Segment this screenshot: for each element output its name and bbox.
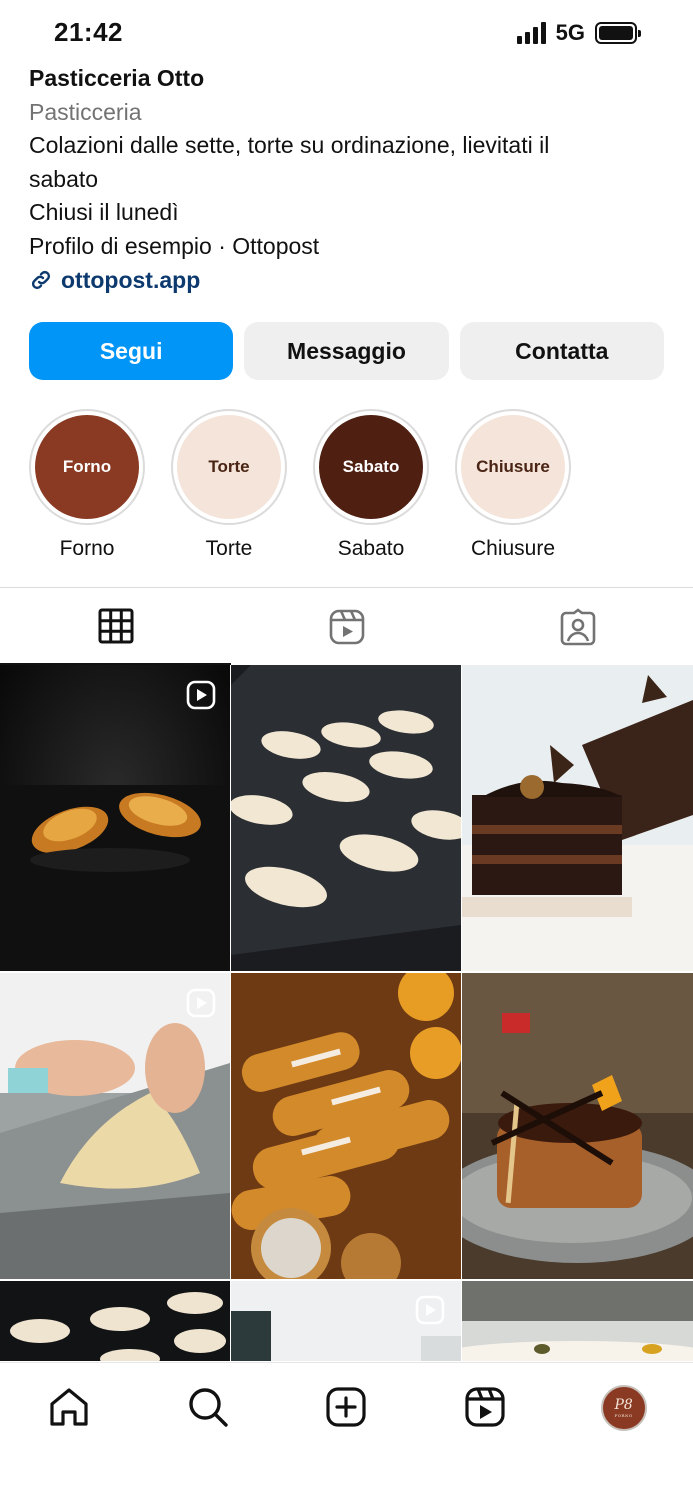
post-thumbnail[interactable] <box>462 973 693 1279</box>
avatar: P8 FORNO <box>600 1385 647 1431</box>
highlight-label: Sabato <box>337 537 405 560</box>
post-thumbnail[interactable] <box>462 1281 693 1361</box>
highlight-label: Torte <box>205 537 253 560</box>
highlight-label: Chiusure <box>470 537 556 560</box>
post-thumbnail[interactable] <box>0 665 230 971</box>
nav-create[interactable] <box>277 1363 416 1500</box>
status-indicators: 5G <box>516 20 641 46</box>
post-image <box>462 973 693 1279</box>
bottom-nav: P8 FORNO <box>0 1362 693 1500</box>
profile-category: Pasticceria <box>29 98 142 125</box>
post-thumbnail[interactable] <box>231 973 461 1279</box>
link-icon <box>31 271 51 290</box>
tab-tagged[interactable] <box>462 588 693 665</box>
reels-icon <box>329 609 364 644</box>
post-image <box>0 1281 230 1361</box>
story-highlights: Forno Forno Torte Torte Sabato Sabato Ch… <box>29 409 571 561</box>
bio-line: Profilo di esempio · Ottopost <box>29 232 320 259</box>
post-thumbnail[interactable] <box>0 1281 230 1361</box>
post-thumbnail[interactable] <box>462 665 693 971</box>
status-bar: 21:42 5G <box>0 0 693 64</box>
profile-bio: Pasticceria Otto Pasticceria Colazioni d… <box>29 62 669 297</box>
nav-profile[interactable]: P8 FORNO <box>554 1363 693 1500</box>
create-icon <box>326 1387 367 1427</box>
posts-grid <box>0 665 693 1362</box>
profile-link-text: ottopost.app <box>61 266 201 293</box>
post-thumbnail[interactable] <box>231 665 461 971</box>
bio-line: Chiusi il lunedì <box>29 199 179 226</box>
highlight-cover: Forno <box>35 415 139 519</box>
battery-icon <box>595 22 641 44</box>
profile-tabs <box>0 587 693 665</box>
profile-link[interactable]: ottopost.app <box>29 264 669 298</box>
reel-badge-icon <box>415 1295 445 1325</box>
post-image <box>462 1281 693 1361</box>
highlight-chiusure[interactable]: Chiusure Chiusure <box>455 409 571 561</box>
follow-button[interactable]: Segui <box>29 322 234 380</box>
post-image <box>231 665 461 971</box>
highlight-label: Forno <box>59 537 115 560</box>
post-image <box>462 665 693 971</box>
highlight-forno[interactable]: Forno Forno <box>29 409 145 561</box>
post-thumbnail[interactable] <box>231 1281 461 1361</box>
signal-icon <box>516 22 546 44</box>
network-type: 5G <box>555 20 585 45</box>
reel-badge-icon <box>186 680 216 710</box>
highlight-cover: Chiusure <box>461 415 565 519</box>
post-image <box>0 665 230 971</box>
avatar-subtext: FORNO <box>614 1413 633 1418</box>
avatar-initials: P8 <box>614 1397 633 1413</box>
nav-search[interactable] <box>139 1363 278 1500</box>
post-thumbnail[interactable] <box>0 973 230 1279</box>
highlight-sabato[interactable]: Sabato Sabato <box>313 409 429 561</box>
home-icon <box>50 1388 88 1426</box>
tagged-icon <box>560 607 595 645</box>
tab-posts[interactable] <box>0 588 231 665</box>
search-icon <box>189 1388 228 1427</box>
highlight-cover: Sabato <box>319 415 423 519</box>
tab-reels[interactable] <box>231 588 462 665</box>
profile-name: Pasticceria Otto <box>29 65 205 91</box>
highlight-cover: Torte <box>177 415 281 519</box>
post-image <box>231 973 461 1279</box>
post-image <box>0 973 230 1279</box>
highlight-torte[interactable]: Torte Torte <box>171 409 287 561</box>
contact-button[interactable]: Contatta <box>459 322 664 380</box>
bio-line: sabato <box>29 165 99 192</box>
reels-icon <box>465 1387 505 1427</box>
bio-line: Colazioni dalle sette, torte su ordinazi… <box>29 132 550 159</box>
nav-reels[interactable] <box>416 1363 555 1500</box>
status-time: 21:42 <box>54 17 123 47</box>
grid-icon <box>98 608 133 643</box>
reel-badge-icon <box>186 988 216 1018</box>
message-button[interactable]: Messaggio <box>244 322 449 380</box>
nav-home[interactable] <box>0 1363 139 1500</box>
profile-actions: Segui Messaggio Contatta <box>29 322 664 380</box>
